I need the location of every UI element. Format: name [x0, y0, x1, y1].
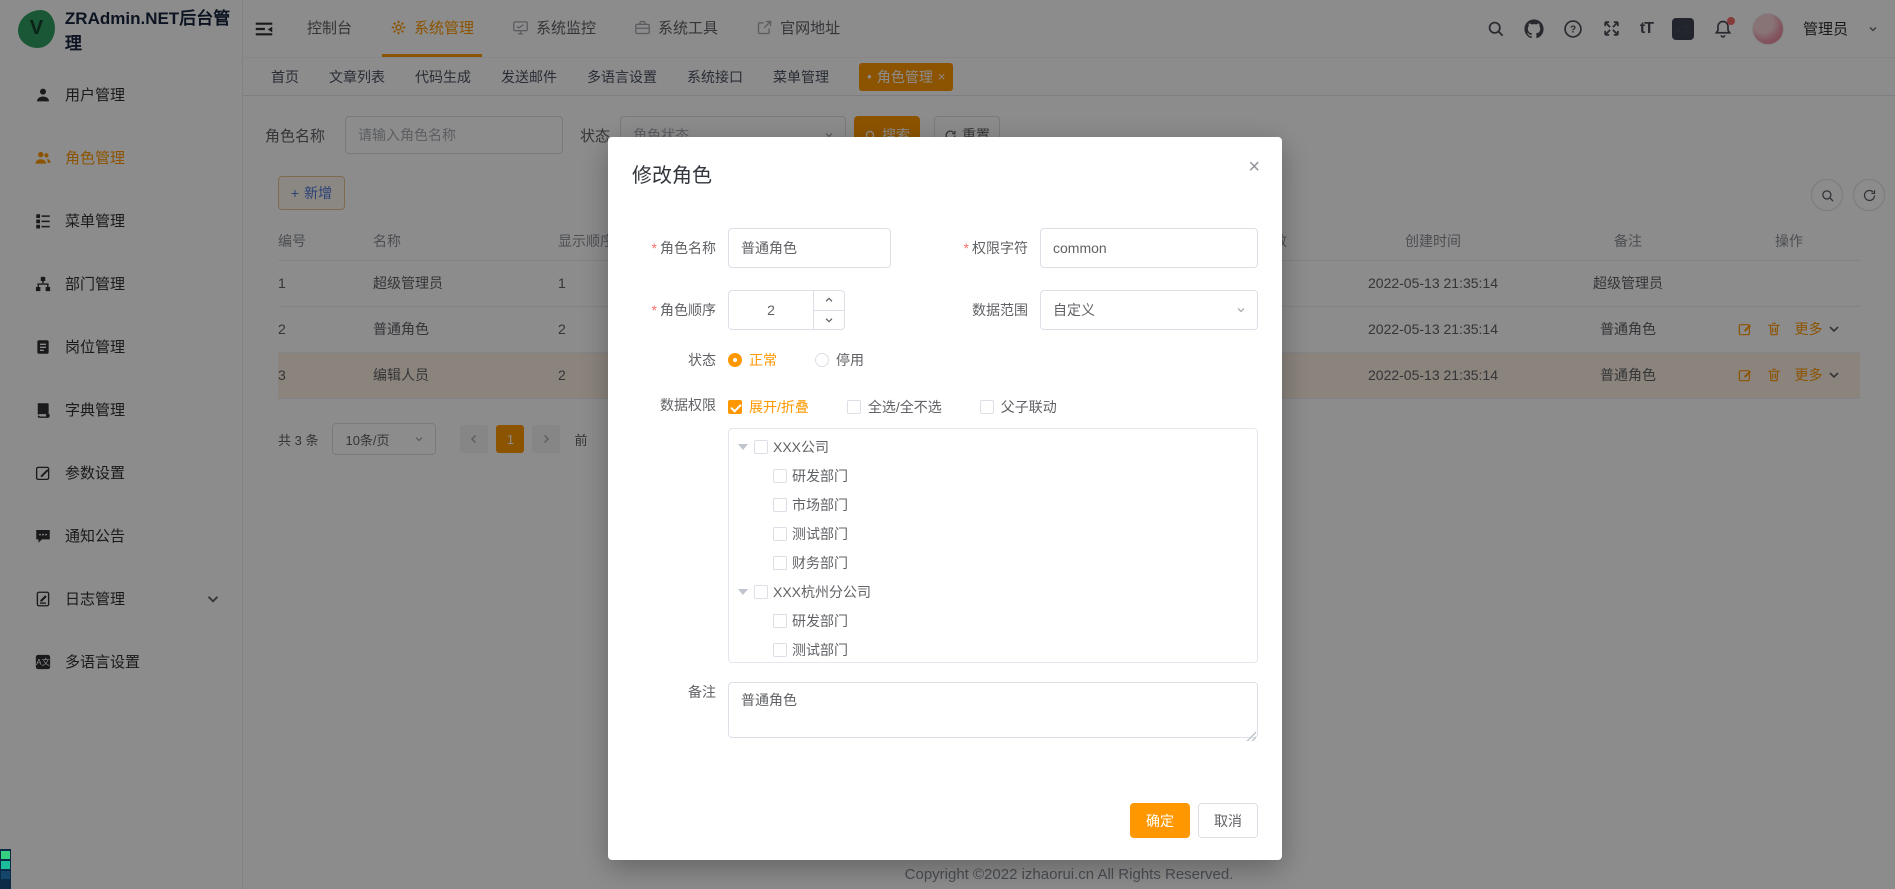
radio-dot — [728, 353, 742, 367]
tree-caret-icon[interactable] — [738, 444, 748, 450]
tree-node-label: XXX公司 — [773, 437, 829, 457]
data-permission-label: 数据权限 — [632, 395, 716, 415]
radio-label: 停用 — [836, 350, 864, 370]
tree-node-label: 测试部门 — [792, 640, 848, 660]
radio-label: 正常 — [749, 350, 777, 370]
remark-label: 备注 — [632, 682, 716, 702]
checkbox — [728, 400, 742, 414]
checkbox — [847, 400, 861, 414]
tree-node-parent[interactable]: XXX杭州分公司 — [729, 577, 1257, 606]
data-permission-row: 数据权限 展开/折叠 全选/全不选 父子联动 — [632, 395, 1258, 663]
tree-node-label: 研发部门 — [792, 611, 848, 631]
checkbox[interactable] — [773, 469, 787, 483]
role-name-label: *角色名称 — [632, 238, 716, 258]
tree-node-label: 市场部门 — [792, 495, 848, 515]
radio-dot — [815, 353, 829, 367]
data-scope-select[interactable]: 自定义 — [1040, 290, 1258, 330]
select-all-checkbox[interactable]: 全选/全不选 — [847, 397, 942, 417]
tree-node-child[interactable]: 测试部门 — [729, 519, 1257, 548]
status-row: 状态 正常 停用 — [632, 348, 1258, 372]
required-mark: * — [652, 302, 657, 318]
stepper-increase-button[interactable] — [814, 291, 844, 311]
close-dialog-icon[interactable]: × — [1248, 157, 1260, 177]
checkbox-label: 父子联动 — [1001, 397, 1057, 417]
stepper-decrease-button[interactable] — [814, 311, 844, 330]
checkbox-label: 展开/折叠 — [749, 397, 809, 417]
confirm-button[interactable]: 确定 — [1130, 803, 1190, 838]
corner-badge — [0, 849, 11, 889]
tree-node-child[interactable]: 财务部门 — [729, 548, 1257, 577]
required-mark: * — [964, 240, 969, 256]
checkbox[interactable] — [773, 498, 787, 512]
status-radio-disabled[interactable]: 停用 — [815, 350, 864, 370]
checkbox[interactable] — [754, 440, 768, 454]
tree-node-label: 测试部门 — [792, 524, 848, 544]
dialog-title: 修改角色 — [632, 159, 712, 188]
chevron-up-icon — [824, 295, 834, 305]
tree-node-child[interactable]: 研发部门 — [729, 606, 1257, 635]
cancel-button[interactable]: 取消 — [1198, 803, 1258, 838]
chevron-down-icon — [1235, 304, 1247, 316]
checkbox[interactable] — [773, 643, 787, 657]
role-name-input[interactable] — [728, 228, 891, 268]
required-mark: * — [652, 240, 657, 256]
checkbox — [980, 400, 994, 414]
chevron-down-icon — [824, 315, 834, 325]
tree-option-checkboxes: 展开/折叠 全选/全不选 父子联动 — [728, 395, 1258, 419]
role-order-row: *角色顺序 2 数据范围 自定义 — [632, 290, 1258, 330]
remark-textarea[interactable]: 普通角色 — [728, 682, 1258, 738]
tree-node-label: XXX杭州分公司 — [773, 582, 871, 602]
tree-node-label: 研发部门 — [792, 466, 848, 486]
data-scope-label: 数据范围 — [845, 300, 1028, 320]
tree-caret-icon[interactable] — [738, 589, 748, 595]
checkbox-label: 全选/全不选 — [868, 397, 942, 417]
role-order-stepper: 2 — [728, 290, 845, 330]
remark-row: 备注 普通角色 — [632, 682, 1258, 743]
checkbox[interactable] — [773, 527, 787, 541]
tree-node-child[interactable]: 研发部门 — [729, 461, 1257, 490]
data-scope-value: 自定义 — [1053, 300, 1095, 320]
parent-child-link-checkbox[interactable]: 父子联动 — [980, 397, 1057, 417]
tree-node-parent[interactable]: XXX公司 — [729, 432, 1257, 461]
role-name-row: *角色名称 *权限字符 — [632, 228, 1258, 268]
status-label: 状态 — [632, 350, 716, 370]
edit-role-dialog: 修改角色 × *角色名称 *权限字符 *角色顺序 2 数据范围 自定义 状态 — [608, 137, 1282, 860]
expand-collapse-checkbox[interactable]: 展开/折叠 — [728, 397, 809, 417]
perm-char-input[interactable] — [1040, 228, 1258, 268]
department-tree: XXX公司 研发部门 市场部门 测试部门 财务部门 — [728, 428, 1258, 663]
role-order-label: *角色顺序 — [632, 300, 716, 320]
checkbox[interactable] — [773, 556, 787, 570]
checkbox[interactable] — [754, 585, 768, 599]
checkbox[interactable] — [773, 614, 787, 628]
status-radio-normal[interactable]: 正常 — [728, 350, 777, 370]
dialog-footer: 确定 取消 — [1130, 803, 1258, 838]
tree-node-label: 财务部门 — [792, 553, 848, 573]
tree-node-child[interactable]: 测试部门 — [729, 635, 1257, 663]
role-order-value[interactable]: 2 — [729, 291, 813, 329]
perm-char-label: *权限字符 — [891, 238, 1028, 258]
tree-node-child[interactable]: 市场部门 — [729, 490, 1257, 519]
